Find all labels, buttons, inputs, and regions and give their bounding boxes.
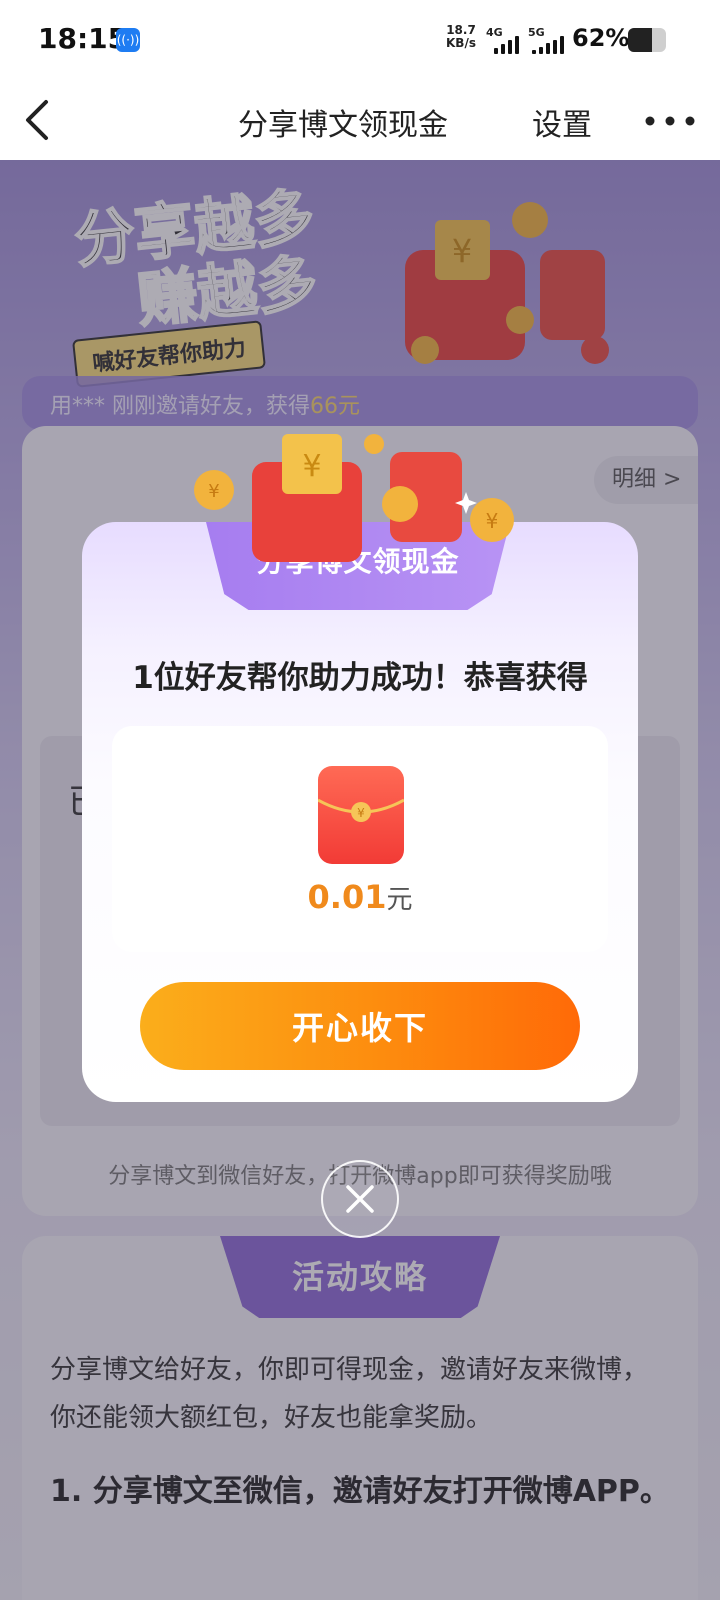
signal-icon-1 [494,34,519,54]
settings-button[interactable]: 设置 [532,100,592,144]
signal-icon-2 [532,34,564,54]
coins-decoration: ¥ ¥ ¥ [194,434,514,562]
status-bar: 18:15 ((·)) 18.7 KB/s 4G 5G 62% [0,0,720,80]
more-button[interactable] [640,106,700,136]
prize-box: ¥ 0.01元 [112,726,608,952]
status-time: 18:15 [38,22,128,55]
battery-percent: 62% [572,24,630,52]
navigation-bar: 分享博文领现金 设置 [0,80,720,160]
chevron-left-icon [26,100,48,140]
close-icon [346,1185,374,1213]
broadcast-icon: ((·)) [116,28,140,52]
red-envelope-icon: ¥ [318,766,404,864]
svg-text:¥: ¥ [208,481,219,502]
accept-button[interactable]: 开心收下 [140,982,580,1070]
prize-amount: 0.01元 [112,878,608,916]
svg-text:¥: ¥ [357,806,365,820]
back-button[interactable] [20,96,60,144]
prize-unit: 元 [386,885,413,915]
modal-heading: 1位好友帮你助力成功！恭喜获得 [132,660,588,696]
network-speed-unit: KB/s [446,36,476,50]
page-title: 分享博文领现金 [238,108,448,143]
more-dots-icon [645,116,695,126]
svg-text:¥: ¥ [486,509,499,533]
network-speed: 18.7 KB/s [446,24,476,50]
close-button[interactable] [321,1160,399,1238]
battery-icon [628,28,666,52]
prize-value: 0.01 [307,878,387,916]
svg-text:¥: ¥ [302,449,321,484]
reward-modal: 分享博文领现金 1位好友帮你助力成功！恭喜获得 ¥ 0.01元 开心收下 [82,522,638,1102]
